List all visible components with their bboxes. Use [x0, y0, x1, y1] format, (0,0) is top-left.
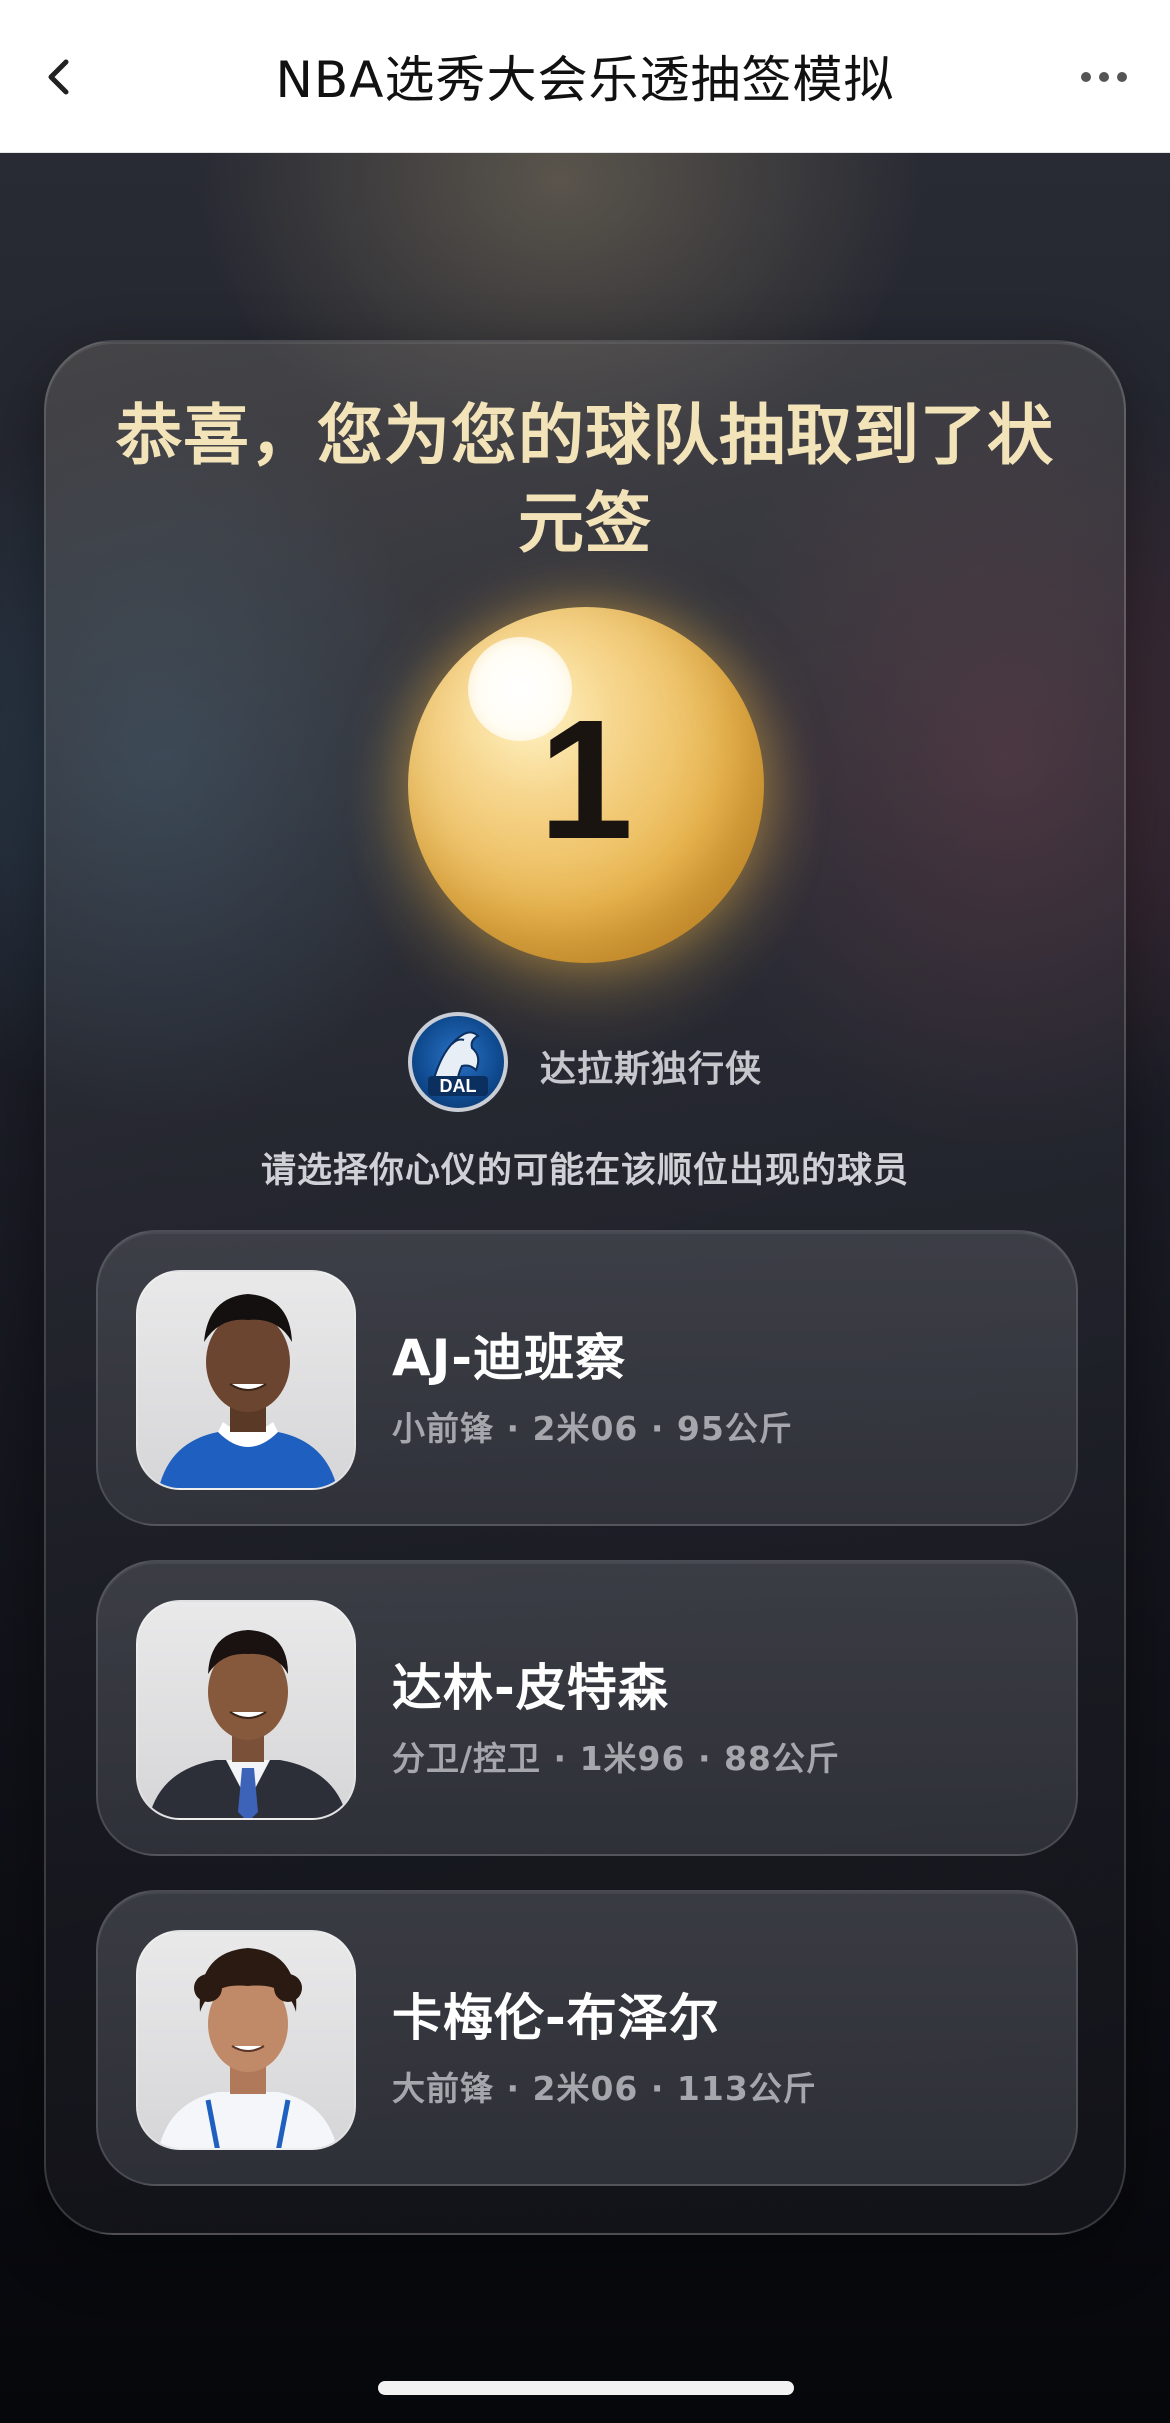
page-title: NBA选秀大会乐透抽签模拟 [275, 51, 895, 109]
mavericks-logo-icon: DAL [428, 1031, 488, 1096]
chevron-left-icon [48, 59, 69, 95]
team-row: DAL 达拉斯独行侠 [46, 1012, 1124, 1112]
lottery-result-card: 恭喜，您为您的球队抽取到了状元签 1 DAL 达拉斯独行侠 请选择你心仪的可能在… [44, 340, 1126, 2235]
player-info: 分卫/控卫 · 1米96 · 88公斤 [392, 1739, 840, 1778]
team-logo: DAL [408, 1012, 508, 1112]
player-info: 大前锋 · 2米06 · 113公斤 [392, 2069, 817, 2108]
pick-number: 1 [538, 685, 634, 875]
home-indicator[interactable] [378, 2381, 794, 2395]
team-name: 达拉斯独行侠 [540, 1049, 763, 1090]
more-button[interactable] [1074, 52, 1134, 102]
app-screen: NBA选秀大会乐透抽签模拟 恭喜，您为您的球队抽取到了状元签 1 DAL 达拉斯… [0, 0, 1170, 2423]
player-avatar-icon [158, 1294, 338, 1488]
player-card[interactable]: AJ-迪班察 小前锋 · 2米06 · 95公斤 [96, 1230, 1078, 1526]
player-info: 小前锋 · 2米06 · 95公斤 [392, 1409, 793, 1448]
player-card[interactable]: 卡梅伦-布泽尔 大前锋 · 2米06 · 113公斤 [96, 1890, 1078, 2186]
player-name: AJ-迪班察 [392, 1329, 627, 1387]
player-photo [136, 1930, 356, 2150]
player-photo [136, 1270, 356, 1490]
selection-prompt: 请选择你心仪的可能在该顺位出现的球员 [260, 1151, 909, 1191]
lottery-ball: 1 [408, 607, 764, 963]
result-headline: 恭喜，您为您的球队抽取到了状元签 [116, 397, 1054, 562]
back-button[interactable] [36, 52, 86, 102]
player-name: 达林-皮特森 [392, 1659, 669, 1717]
player-card[interactable]: 达林-皮特森 分卫/控卫 · 1米96 · 88公斤 [96, 1560, 1078, 1856]
more-dots-icon [1081, 72, 1127, 82]
player-avatar-icon [148, 1630, 348, 1818]
team-logo-text: DAL [440, 1076, 477, 1096]
navigation-bar: NBA选秀大会乐透抽签模拟 [0, 0, 1170, 153]
player-name: 卡梅伦-布泽尔 [392, 1989, 720, 2047]
player-avatar-icon [158, 1948, 338, 2148]
player-photo [136, 1600, 356, 1820]
